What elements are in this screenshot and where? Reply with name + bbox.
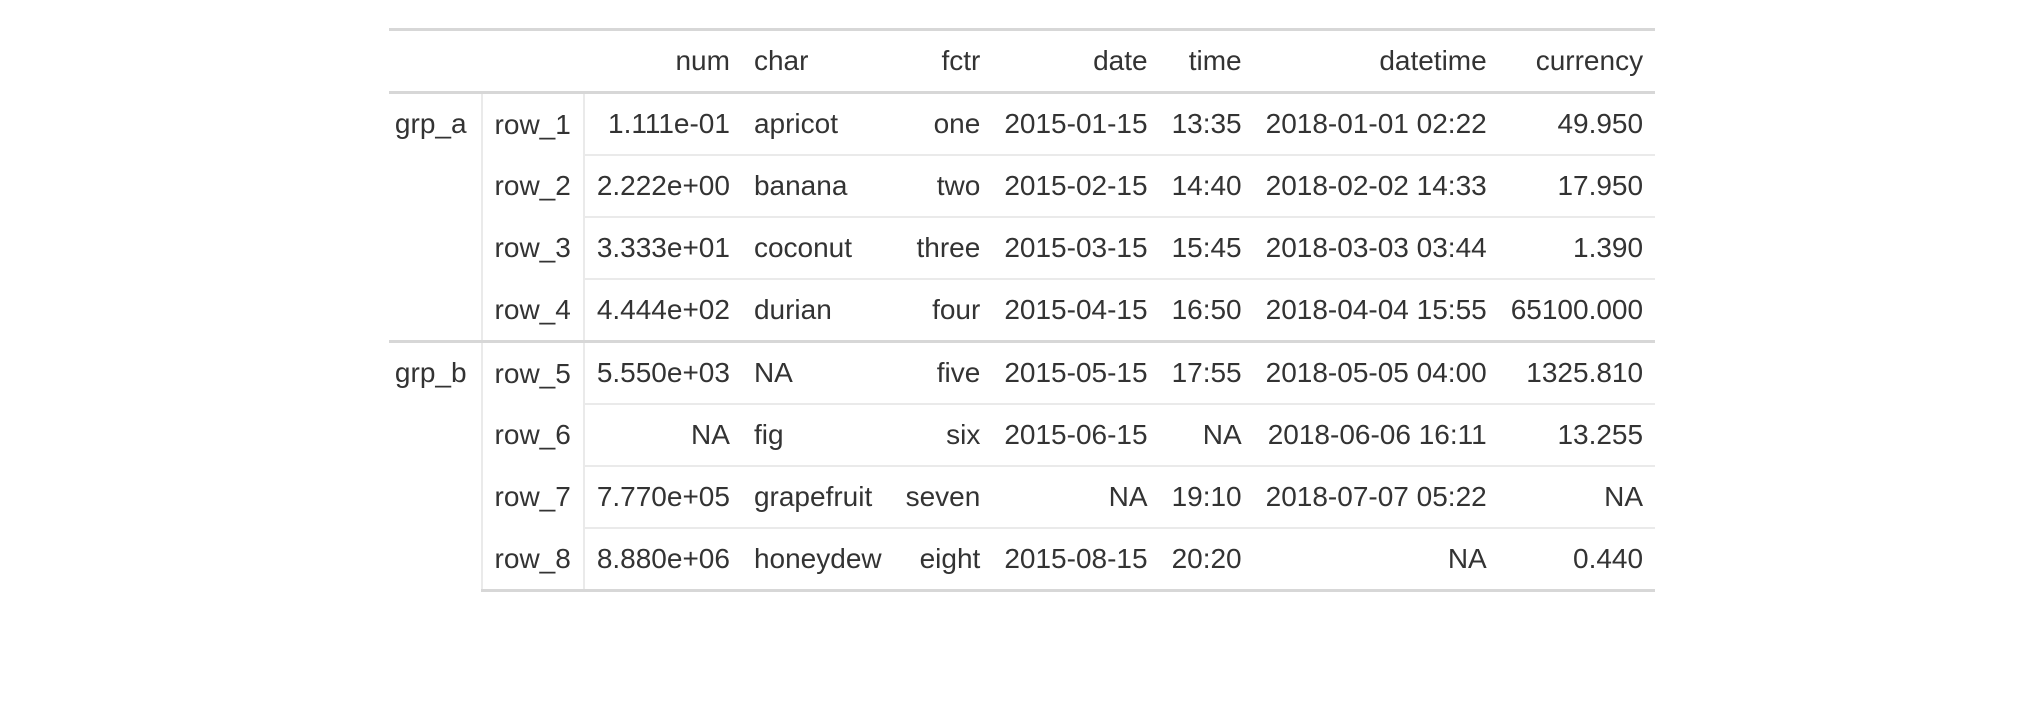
row-name: row_3 bbox=[482, 217, 584, 279]
cell-currency: 17.950 bbox=[1499, 155, 1655, 217]
cell-date: 2015-08-15 bbox=[992, 528, 1159, 591]
cell-num: 4.444e+02 bbox=[584, 279, 742, 342]
cell-currency: NA bbox=[1499, 466, 1655, 528]
row-name: row_1 bbox=[482, 93, 584, 156]
cell-char: durian bbox=[742, 279, 894, 342]
table-row: row_7 7.770e+05 grapefruit seven NA 19:1… bbox=[389, 466, 1655, 528]
table-row: grp_b row_5 5.550e+03 NA five 2015-05-15… bbox=[389, 342, 1655, 405]
table-row: row_6 NA fig six 2015-06-15 NA 2018-06-0… bbox=[389, 404, 1655, 466]
cell-currency: 1.390 bbox=[1499, 217, 1655, 279]
cell-currency: 1325.810 bbox=[1499, 342, 1655, 405]
table-row: grp_a row_1 1.111e-01 apricot one 2015-0… bbox=[389, 93, 1655, 156]
cell-datetime: 2018-05-05 04:00 bbox=[1254, 342, 1499, 405]
row-name: row_5 bbox=[482, 342, 584, 405]
cell-num: 2.222e+00 bbox=[584, 155, 742, 217]
cell-char: NA bbox=[742, 342, 894, 405]
cell-currency: 49.950 bbox=[1499, 93, 1655, 156]
cell-char: honeydew bbox=[742, 528, 894, 591]
cell-fctr: one bbox=[894, 93, 993, 156]
cell-datetime: 2018-06-06 16:11 bbox=[1254, 404, 1499, 466]
cell-datetime: 2018-03-03 03:44 bbox=[1254, 217, 1499, 279]
group-label: grp_b bbox=[389, 342, 482, 591]
cell-char: banana bbox=[742, 155, 894, 217]
cell-fctr: five bbox=[894, 342, 993, 405]
cell-time: 13:35 bbox=[1160, 93, 1254, 156]
cell-datetime: 2018-02-02 14:33 bbox=[1254, 155, 1499, 217]
row-name: row_6 bbox=[482, 404, 584, 466]
cell-datetime: 2018-01-01 02:22 bbox=[1254, 93, 1499, 156]
table-row: row_2 2.222e+00 banana two 2015-02-15 14… bbox=[389, 155, 1655, 217]
table-row: row_8 8.880e+06 honeydew eight 2015-08-1… bbox=[389, 528, 1655, 591]
table-row: row_4 4.444e+02 durian four 2015-04-15 1… bbox=[389, 279, 1655, 342]
col-num: num bbox=[584, 30, 742, 93]
cell-datetime: NA bbox=[1254, 528, 1499, 591]
cell-num: 1.111e-01 bbox=[584, 93, 742, 156]
data-table: num char fctr date time datetime currenc… bbox=[389, 28, 1655, 592]
cell-date: NA bbox=[992, 466, 1159, 528]
cell-time: NA bbox=[1160, 404, 1254, 466]
cell-date: 2015-06-15 bbox=[992, 404, 1159, 466]
cell-date: 2015-05-15 bbox=[992, 342, 1159, 405]
col-time: time bbox=[1160, 30, 1254, 93]
col-fctr: fctr bbox=[894, 30, 993, 93]
cell-char: coconut bbox=[742, 217, 894, 279]
cell-fctr: four bbox=[894, 279, 993, 342]
row-name: row_2 bbox=[482, 155, 584, 217]
cell-num: NA bbox=[584, 404, 742, 466]
cell-date: 2015-01-15 bbox=[992, 93, 1159, 156]
col-char: char bbox=[742, 30, 894, 93]
cell-datetime: 2018-07-07 05:22 bbox=[1254, 466, 1499, 528]
cell-fctr: seven bbox=[894, 466, 993, 528]
row-name: row_8 bbox=[482, 528, 584, 591]
cell-currency: 65100.000 bbox=[1499, 279, 1655, 342]
cell-time: 14:40 bbox=[1160, 155, 1254, 217]
cell-date: 2015-02-15 bbox=[992, 155, 1159, 217]
cell-currency: 0.440 bbox=[1499, 528, 1655, 591]
cell-fctr: three bbox=[894, 217, 993, 279]
cell-fctr: two bbox=[894, 155, 993, 217]
table-row: row_3 3.333e+01 coconut three 2015-03-15… bbox=[389, 217, 1655, 279]
cell-char: grapefruit bbox=[742, 466, 894, 528]
cell-num: 7.770e+05 bbox=[584, 466, 742, 528]
cell-char: fig bbox=[742, 404, 894, 466]
cell-time: 15:45 bbox=[1160, 217, 1254, 279]
cell-fctr: eight bbox=[894, 528, 993, 591]
col-rowname-blank bbox=[482, 30, 584, 93]
col-date: date bbox=[992, 30, 1159, 93]
cell-currency: 13.255 bbox=[1499, 404, 1655, 466]
col-currency: currency bbox=[1499, 30, 1655, 93]
cell-time: 20:20 bbox=[1160, 528, 1254, 591]
col-datetime: datetime bbox=[1254, 30, 1499, 93]
cell-time: 16:50 bbox=[1160, 279, 1254, 342]
cell-time: 19:10 bbox=[1160, 466, 1254, 528]
cell-fctr: six bbox=[894, 404, 993, 466]
cell-date: 2015-04-15 bbox=[992, 279, 1159, 342]
cell-datetime: 2018-04-04 15:55 bbox=[1254, 279, 1499, 342]
cell-date: 2015-03-15 bbox=[992, 217, 1159, 279]
cell-num: 5.550e+03 bbox=[584, 342, 742, 405]
row-name: row_7 bbox=[482, 466, 584, 528]
cell-time: 17:55 bbox=[1160, 342, 1254, 405]
header-row: num char fctr date time datetime currenc… bbox=[389, 30, 1655, 93]
cell-char: apricot bbox=[742, 93, 894, 156]
group-label: grp_a bbox=[389, 93, 482, 342]
cell-num: 8.880e+06 bbox=[584, 528, 742, 591]
cell-num: 3.333e+01 bbox=[584, 217, 742, 279]
col-group-blank bbox=[389, 30, 482, 93]
row-name: row_4 bbox=[482, 279, 584, 342]
